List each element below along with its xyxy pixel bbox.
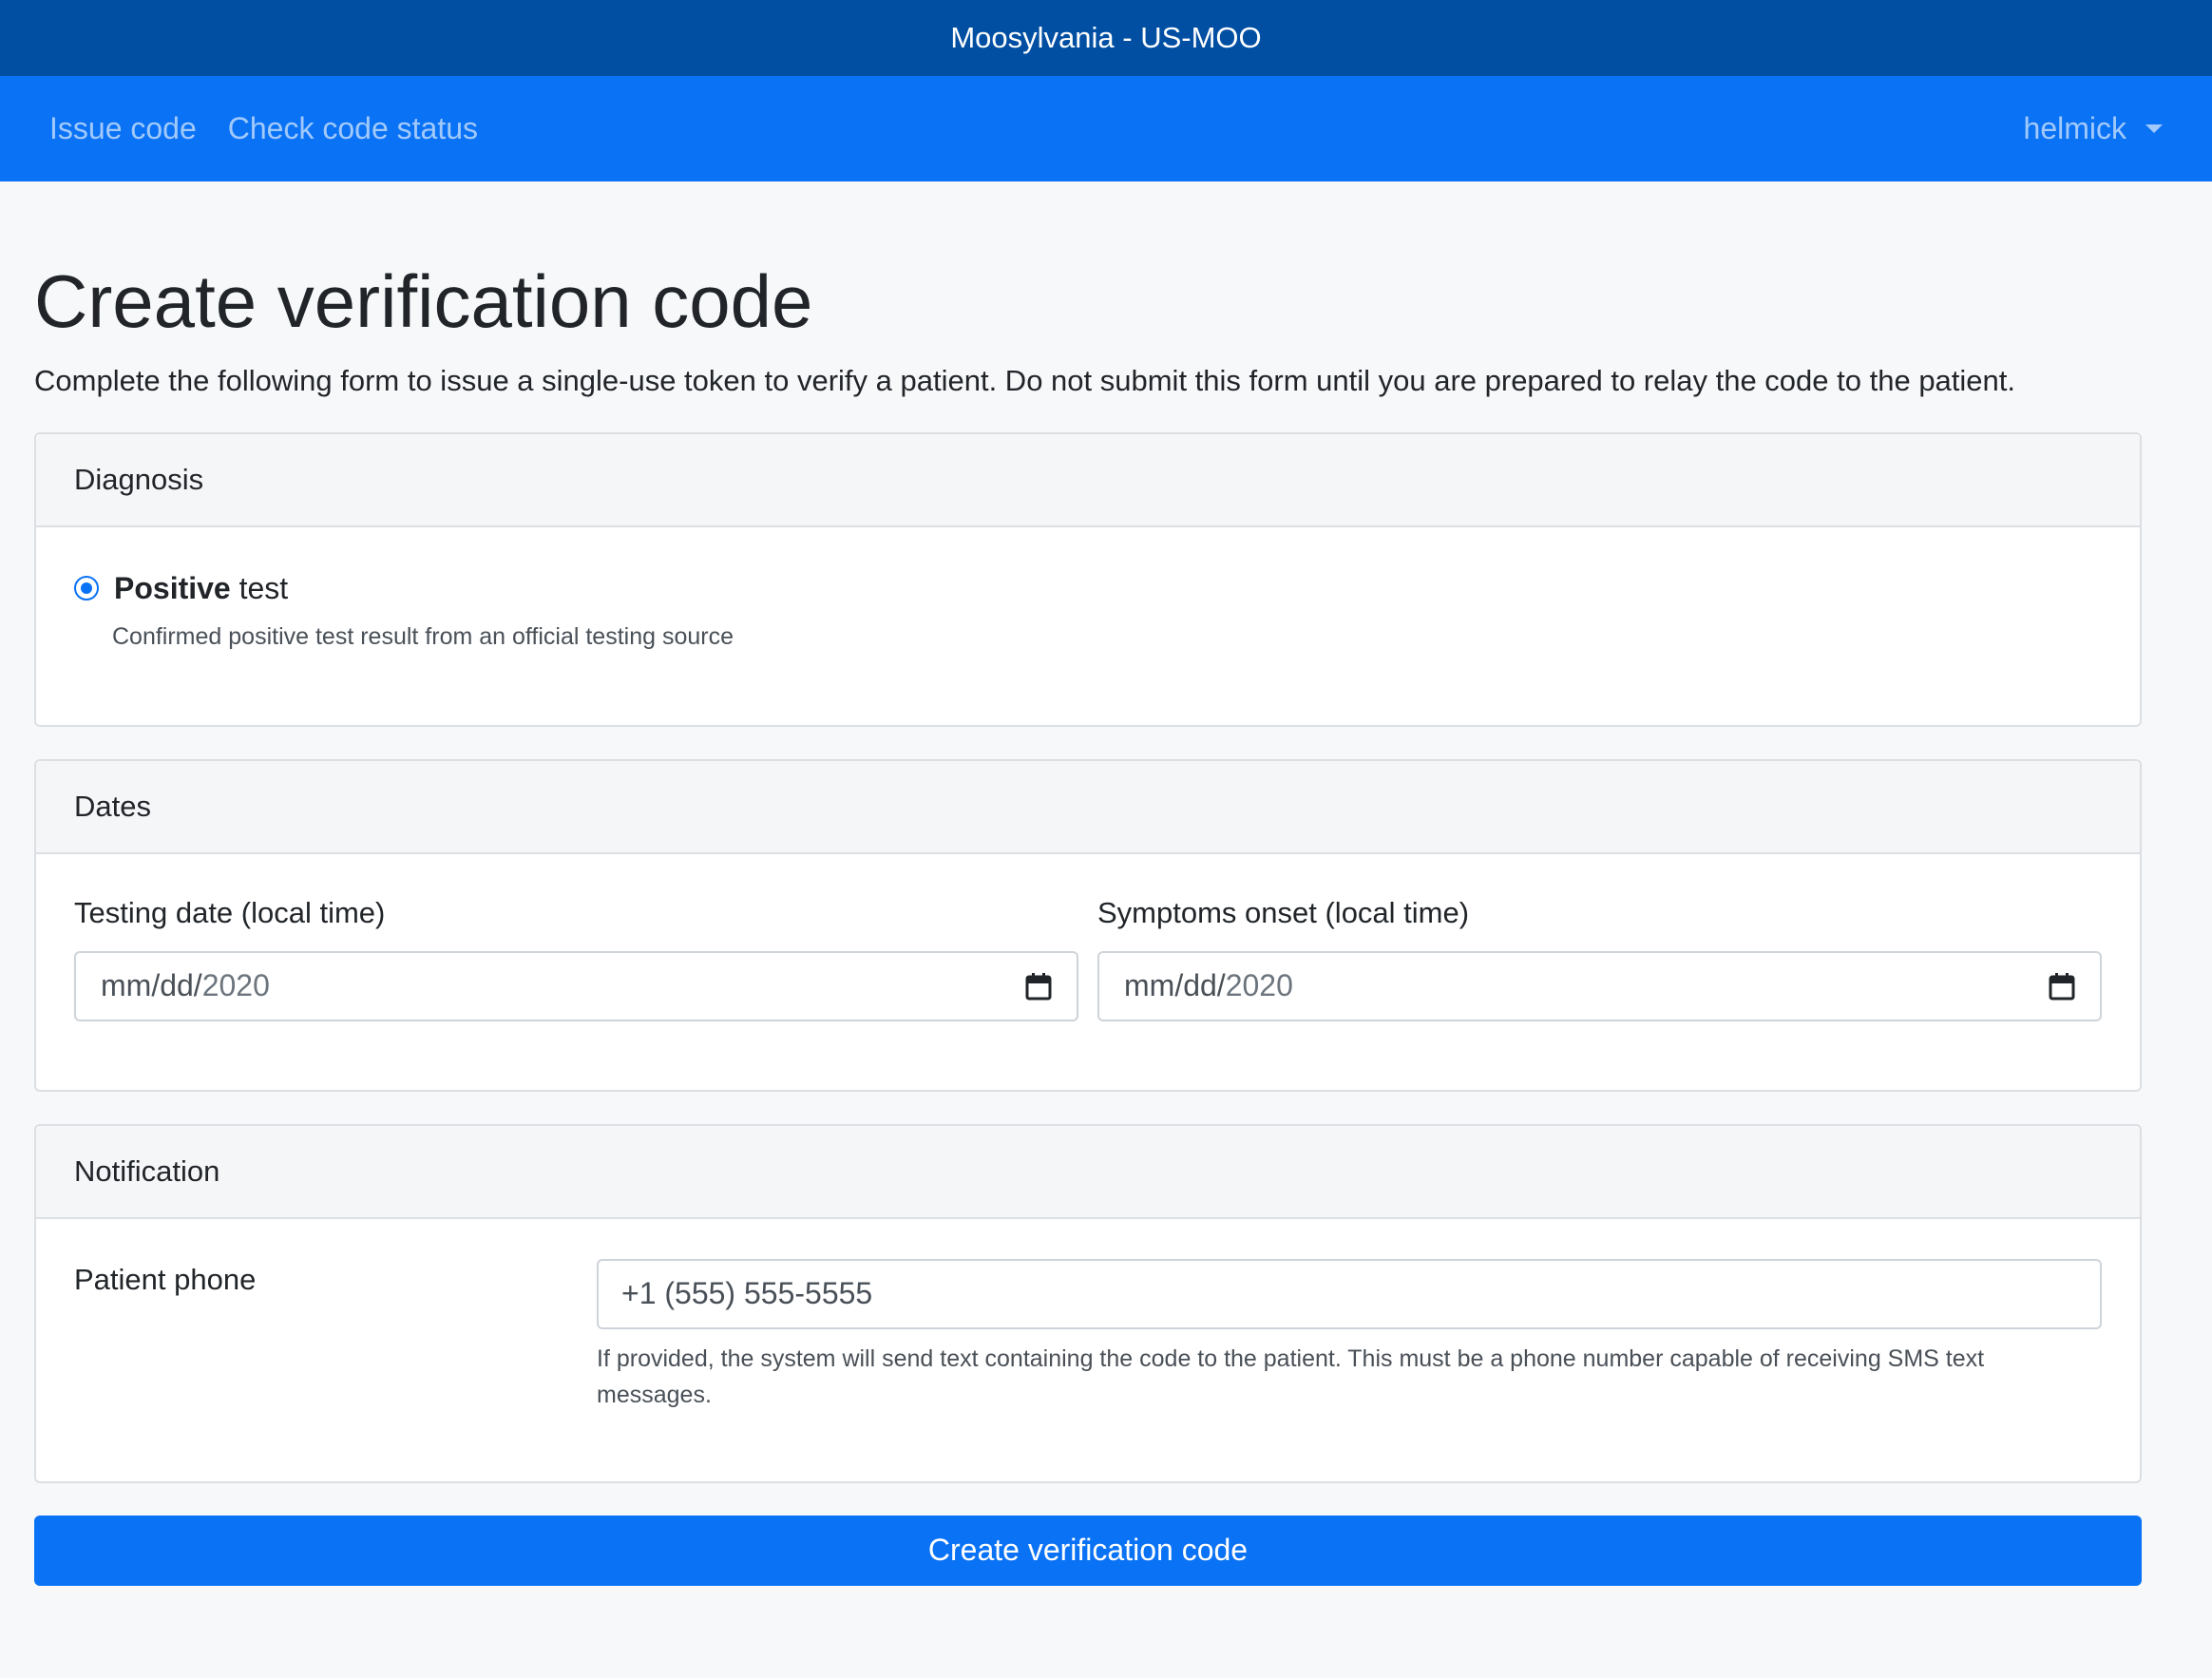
user-menu-toggle[interactable]: helmick <box>2024 111 2163 146</box>
user-name: helmick <box>2023 111 2126 145</box>
radio-selected-dot <box>81 582 92 595</box>
diagnosis-header: Diagnosis <box>36 433 2140 527</box>
nav-links: Issue code Check code status <box>49 111 478 146</box>
patient-phone-help: If provided, the system will send text c… <box>597 1344 1985 1408</box>
nav-link-issue-code[interactable]: Issue code <box>49 111 197 146</box>
notification-header: Notification <box>36 1125 2140 1219</box>
positive-test-label[interactable]: Positive test <box>114 571 288 606</box>
positive-label-bold: Positive <box>114 570 231 605</box>
positive-test-radio[interactable] <box>74 576 99 601</box>
dates-card: Dates Testing date (local time) mm/dd/20… <box>34 758 2142 1092</box>
realm-banner: Moosylvania - US-MOO <box>0 0 2212 76</box>
calendar-icon[interactable] <box>1025 972 1052 1001</box>
diagnosis-card: Diagnosis Positive test Confirmed positi… <box>34 431 2142 727</box>
notification-card: Notification Patient phone +1 (555) 555-… <box>34 1123 2142 1483</box>
chevron-down-icon <box>2145 124 2163 133</box>
testing-date-label: Testing date (local time) <box>74 895 386 929</box>
symptoms-date-input[interactable]: mm/dd/2020 <box>1097 950 2102 1021</box>
nav-link-check-code-status[interactable]: Check code status <box>228 111 478 146</box>
patient-phone-label: Patient phone <box>74 1262 257 1296</box>
navbar: Issue code Check code status helmick <box>0 76 2212 181</box>
positive-test-option[interactable]: Positive test <box>74 571 2102 606</box>
testing-date-input[interactable]: mm/dd/2020 <box>74 950 1078 1021</box>
symptoms-date-mask: mm/dd/ <box>1124 968 1226 1003</box>
realm-title: Moosylvania - US-MOO <box>950 21 1262 54</box>
positive-label-rest: test <box>230 570 289 605</box>
testing-date-year: 2020 <box>201 968 270 1003</box>
calendar-icon[interactable] <box>2049 972 2075 1001</box>
patient-phone-input[interactable]: +1 (555) 555-5555 <box>597 1258 2102 1329</box>
symptoms-date-year: 2020 <box>1225 968 1293 1003</box>
testing-date-group: Testing date (local time) mm/dd/2020 <box>74 896 1078 1021</box>
page-title: Create verification code <box>34 259 813 343</box>
page-lead: Complete the following form to issue a s… <box>34 363 2016 397</box>
testing-date-mask: mm/dd/ <box>101 968 202 1003</box>
create-verification-code-button[interactable]: Create verification code <box>34 1515 2142 1586</box>
positive-test-help: Confirmed positive test result from an o… <box>112 622 734 650</box>
symptoms-date-group: Symptoms onset (local time) mm/dd/2020 <box>1097 896 2102 1021</box>
dates-header: Dates <box>36 760 2140 854</box>
symptoms-date-label: Symptoms onset (local time) <box>1097 895 1470 929</box>
main-content: Create verification code Complete the fo… <box>0 181 2212 1586</box>
